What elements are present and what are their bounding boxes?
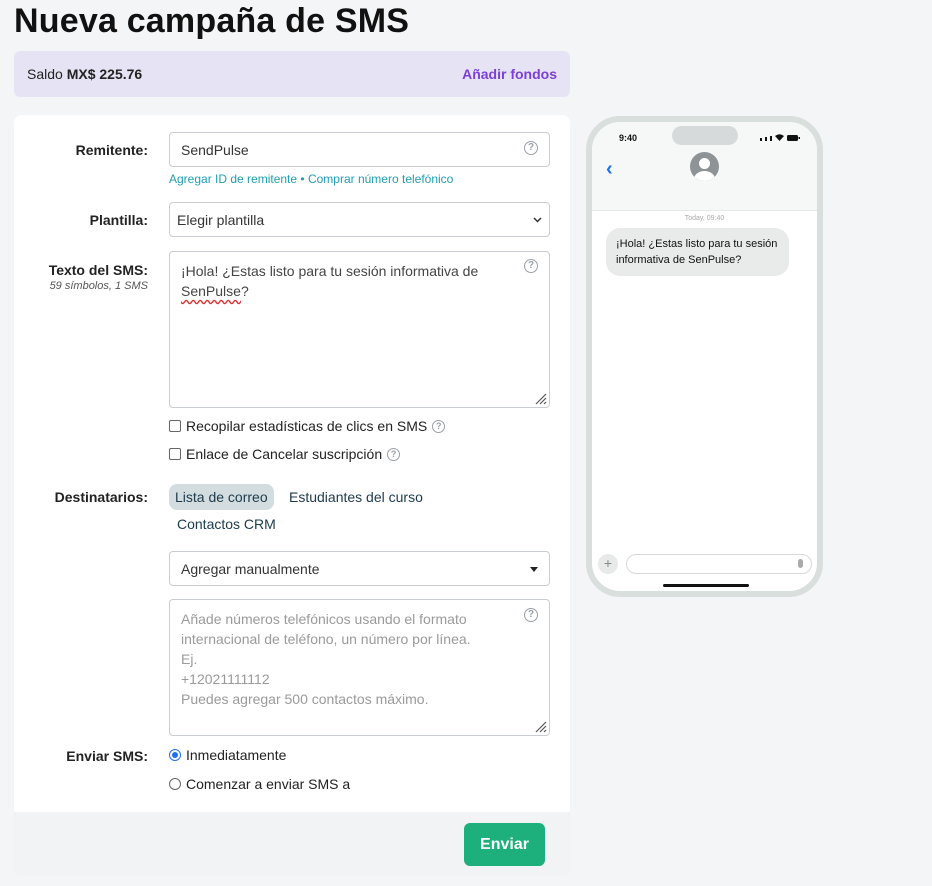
- sms-text-part2: ?: [240, 283, 249, 299]
- plus-icon: +: [598, 554, 618, 574]
- mic-icon: [798, 559, 803, 568]
- recipients-source-select[interactable]: Agregar manualmente: [169, 551, 550, 586]
- sms-text-content: ¡Hola! ¿Estas listo para tu sesión infor…: [181, 261, 511, 301]
- unsubscribe-label: Enlace de Cancelar suscripción: [186, 446, 383, 462]
- dynamic-island: [672, 126, 738, 145]
- collect-clicks-option[interactable]: Recopilar estadísticas de clics en SMS ?: [169, 418, 446, 434]
- tab-course-students[interactable]: Estudiantes del curso: [283, 484, 429, 510]
- sender-links: Agregar ID de remitente • Comprar número…: [169, 172, 453, 186]
- status-time: 9:40: [619, 133, 638, 143]
- template-selected: Elegir plantilla: [177, 212, 265, 228]
- sender-input[interactable]: SendPulse ?: [169, 132, 550, 167]
- send-now-label: Inmediatamente: [186, 747, 287, 763]
- add-sender-id-link[interactable]: Agregar ID de remitente: [169, 172, 297, 186]
- resize-grip-icon[interactable]: [533, 719, 547, 733]
- balance-text: Saldo MX$ 225.76: [27, 66, 142, 82]
- recipients-label: Destinatarios:: [54, 489, 148, 505]
- placeholder-line: Puedes agregar 500 contactos máximo.: [181, 691, 429, 707]
- signal-icon: [765, 137, 767, 141]
- send-now-option[interactable]: Inmediatamente: [169, 747, 286, 763]
- placeholder-line: +12021111112: [181, 671, 270, 687]
- signal-icon: [760, 138, 762, 141]
- sender-label: Remitente:: [75, 142, 148, 158]
- template-select[interactable]: Elegir plantilla: [169, 202, 550, 237]
- caret-down-icon: [530, 567, 538, 572]
- help-icon[interactable]: ?: [524, 259, 538, 273]
- help-icon[interactable]: ?: [432, 419, 446, 433]
- add-funds-link[interactable]: Añadir fondos: [462, 66, 557, 82]
- home-indicator: [663, 584, 749, 587]
- collect-clicks-checkbox[interactable]: [169, 420, 181, 432]
- chevron-down-icon: [533, 217, 542, 223]
- send-now-radio[interactable]: [169, 749, 181, 761]
- message-timestamp: Today, 09:40: [684, 215, 725, 222]
- help-icon[interactable]: ?: [387, 447, 401, 461]
- signal-icon: [770, 136, 772, 141]
- placeholder-line: Ej.: [181, 651, 198, 667]
- sms-textarea[interactable]: ¡Hola! ¿Estas listo para tu sesión infor…: [169, 251, 550, 408]
- sms-text-misspelled: SenPulse: [181, 283, 241, 299]
- recipients-source-selected: Agregar manualmente: [181, 561, 320, 577]
- balance-label: Saldo: [27, 66, 63, 82]
- message-input: [626, 554, 812, 574]
- message-bubble: ¡Hola! ¿Estas listo para tu sesión infor…: [606, 228, 789, 276]
- schedule-option[interactable]: Comenzar a enviar SMS a: [169, 776, 350, 792]
- balance-bar: Saldo MX$ 225.76 Añadir fondos: [14, 51, 570, 97]
- send-sms-label: Enviar SMS:: [66, 748, 148, 764]
- back-chevron-icon: ‹: [606, 158, 613, 180]
- help-icon[interactable]: ?: [524, 608, 538, 622]
- schedule-label: Comenzar a enviar SMS a: [186, 776, 351, 792]
- help-icon[interactable]: ?: [524, 141, 538, 155]
- message-bar: +: [598, 554, 812, 574]
- sms-text-label: Texto del SMS:: [48, 262, 148, 278]
- unsubscribe-checkbox[interactable]: [169, 448, 181, 460]
- send-button[interactable]: Enviar: [464, 823, 545, 866]
- phone-numbers-textarea[interactable]: Añade números telefónicos usando el form…: [169, 599, 550, 736]
- sms-counter: 59 símbolos, 1 SMS: [49, 280, 148, 292]
- battery-icon: [787, 135, 800, 141]
- sms-text-part1: ¡Hola! ¿Estas listo para tu sesión infor…: [181, 263, 479, 279]
- schedule-radio[interactable]: [169, 778, 181, 790]
- buy-number-link[interactable]: Comprar número telefónico: [308, 172, 453, 186]
- phone-preview: 9:40 ‹ Today, 09:40 ¡Hola! ¿Estas listo …: [586, 116, 823, 597]
- status-icons: [760, 134, 800, 141]
- tab-mailing-list[interactable]: Lista de correo: [169, 484, 274, 510]
- collect-clicks-label: Recopilar estadísticas de clics en SMS: [186, 418, 428, 434]
- placeholder-line: internacional de teléfono, un número por…: [181, 631, 471, 647]
- unsubscribe-option[interactable]: Enlace de Cancelar suscripción ?: [169, 446, 401, 462]
- wifi-icon: [775, 134, 784, 141]
- balance-amount: MX$ 225.76: [66, 66, 143, 82]
- resize-grip-icon[interactable]: [533, 391, 547, 405]
- template-label: Plantilla:: [89, 212, 148, 228]
- link-separator: •: [300, 172, 305, 186]
- sender-value: SendPulse: [181, 142, 249, 158]
- page-title: Nueva campaña de SMS: [14, 2, 410, 40]
- tab-crm-contacts[interactable]: Contactos CRM: [171, 511, 282, 537]
- avatar: [690, 152, 719, 181]
- placeholder-line: Añade números telefónicos usando el form…: [181, 611, 467, 627]
